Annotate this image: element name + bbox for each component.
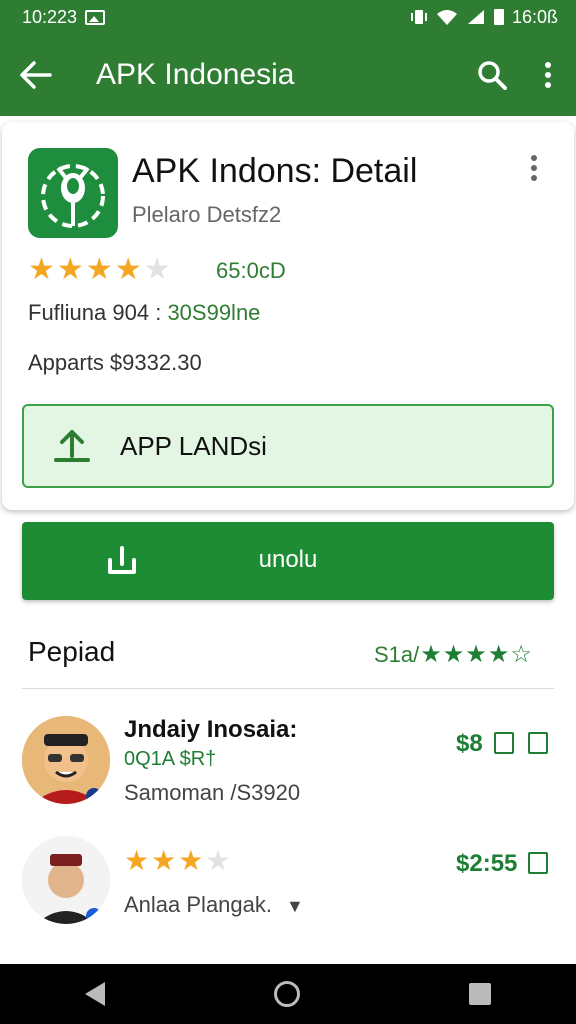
fulfill-value: 30S99lne [167,300,261,325]
nav-back-icon[interactable] [84,982,105,1006]
status-right: 16:0ß [410,7,558,28]
star-icon: ★ [487,641,510,668]
more-vert-icon [531,155,537,181]
item-price: $8 [456,730,483,757]
section-rating-prefix: S1a/ [374,641,420,667]
landsi-label: APP LANDsi [120,430,267,461]
star-icon: ★ [56,253,84,286]
status-bar: 10:223 16:0ß [0,0,576,34]
status-time: 10:223 [22,6,78,27]
app-subtitle: Plelaro Detsfz2 [132,202,282,227]
star-icon: ★ [28,253,55,286]
overflow-menu-button[interactable] [520,34,576,116]
upload-icon [24,426,120,466]
star-half-icon: ★ [178,845,204,876]
section-title: Pepiad [28,636,116,667]
item-subtitle: 0Q1A $R† [124,748,217,770]
app-landsi-button[interactable]: APP LANDsi [22,404,554,488]
rating-text: 65:0cD [216,258,286,283]
app-title: APK Indonesia [96,58,295,91]
fulfill-label: Fufliuna 904 : [28,300,168,325]
star-empty-icon: ★ [143,253,171,286]
app-bar: APK Indonesia [0,34,576,116]
star-icon: ★ [420,641,442,668]
star-empty-icon: ★ [205,845,231,876]
list-item[interactable]: ★ ★ ★ ★ Anlaa Plangak. ▼ $2:55 [0,832,576,932]
image-notification-icon [85,9,106,25]
star-half-icon: ★ [114,253,142,286]
avatar [22,716,110,804]
chevron-down-icon[interactable]: ▼ [286,896,304,916]
apparts-price: Apparts $9332.30 [28,350,202,375]
status-clock: 16:0ß [511,6,558,27]
star-outline-icon: ☆ [510,641,532,668]
item-meta-text: Anlaa Plangak. [124,892,272,917]
square-icon[interactable] [528,732,548,754]
item-meta: Samoman /S3920 [124,780,301,805]
main-button-label: unolu [258,546,318,573]
vibrate-icon [410,10,427,24]
list-item[interactable]: Jndaiy Inosaia: 0Q1A $R† Samoman /S3920 … [0,712,576,812]
back-button[interactable] [0,34,72,116]
system-nav-bar [0,964,576,1024]
item-meta: Anlaa Plangak. ▼ [124,892,304,918]
main-download-button[interactable]: unolu [22,522,554,600]
search-button[interactable] [464,34,520,116]
app-rating-stars: ★ ★ ★ ★ ★ [28,252,173,287]
more-vert-icon [545,62,551,88]
fulfill-info: Fufliuna 904 : 30S99lne [28,300,260,326]
app-icon [28,148,118,238]
item-rating-stars: ★ ★ ★ ★ [124,844,232,877]
search-icon [478,61,507,90]
arrow-back-icon [20,61,52,89]
star-icon: ★ [465,641,487,668]
section-rating: S1a/ ★ ★ ★ ★ ☆ [374,640,532,669]
avatar-illustration-icon [22,716,110,804]
star-icon: ★ [85,253,113,286]
square-icon[interactable] [528,852,548,874]
signal-icon [467,10,484,24]
card-overflow-button[interactable] [530,154,538,189]
square-icon[interactable] [494,732,514,754]
app-name: APK Indons: Detail [132,152,418,190]
app-detail-card: APK Indons: Detail Plelaro Detsfz2 ★ ★ ★… [2,122,574,510]
star-icon: ★ [124,845,150,876]
wifi-icon [436,10,457,25]
item-price: $2:55 [456,850,518,877]
item-title: Jndaiy Inosaia: [124,716,298,743]
star-icon: ★ [442,641,465,668]
avatar [22,836,110,924]
star-icon: ★ [151,845,177,876]
status-left: 10:223 [22,6,106,28]
nav-home-icon[interactable] [273,981,300,1007]
battery-icon [493,9,504,25]
app-logo-icon [41,164,105,228]
nav-recents-icon[interactable] [469,983,492,1005]
avatar-photo-icon [22,836,110,924]
section-divider [22,688,554,689]
